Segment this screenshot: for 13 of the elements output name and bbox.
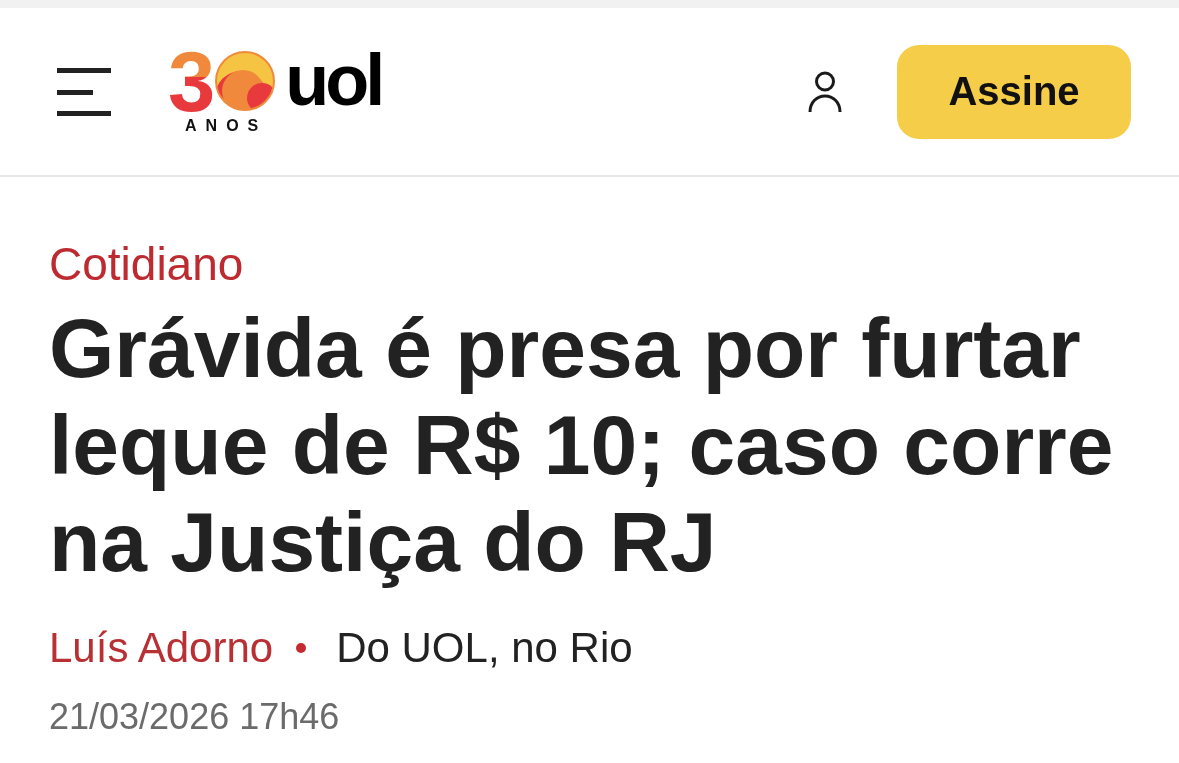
menu-icon[interactable] [57,67,111,116]
subscribe-button[interactable]: Assine [897,44,1131,139]
publish-date: 21/03/2026 17h46 [49,695,341,739]
category-link[interactable]: Cotidiano [49,236,1139,292]
article-headline: Grávida é presa por furtar leque de R$ 10; caso corre na Justiça do RJ [49,300,1115,591]
sun-icon [215,50,276,111]
logo-caption: ANOS [185,118,268,133]
user-icon[interactable] [808,70,842,113]
author-name[interactable]: Luís Adorno [49,623,274,673]
logo-wordmark: uol [285,53,382,106]
dot-icon [296,643,307,653]
article-source: Do UOL, no Rio [336,623,633,673]
logo-numeral: 3 [168,50,216,113]
